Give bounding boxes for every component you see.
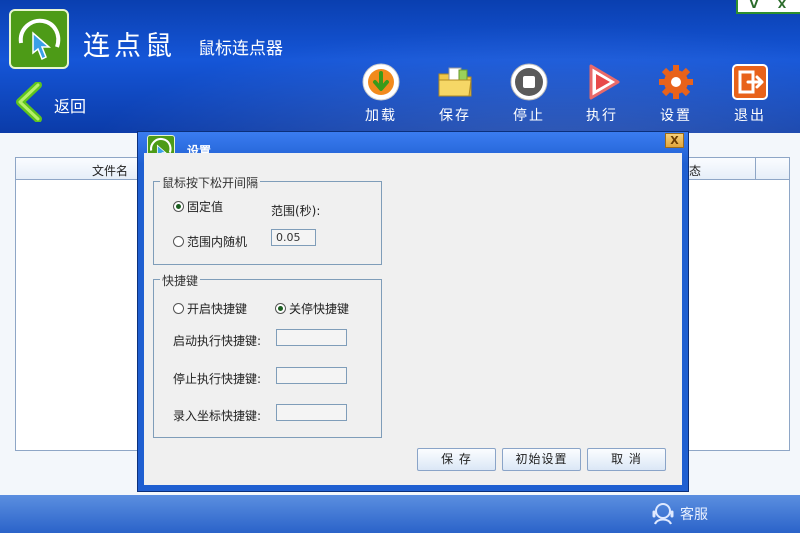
- stop-icon: [510, 63, 548, 101]
- start-hotkey-label: 启动执行快捷键:: [173, 334, 262, 348]
- save-button[interactable]: 保 存: [417, 448, 496, 471]
- settings-button[interactable]: 设置: [648, 62, 704, 126]
- load-label: 加载: [365, 108, 397, 124]
- fixed-value-radio[interactable]: 固定值: [173, 198, 223, 215]
- hotkey-group-legend: 快捷键: [160, 272, 201, 289]
- back-button[interactable]: 返回: [12, 82, 102, 122]
- app-header: 连点鼠 鼠标连点器 返回 V X 加载 保存 停止 执行 设置 退出: [0, 0, 800, 133]
- hotkey-group: 快捷键 开启快捷键 关停快捷键 启动执行快捷键: 停止执行快捷键: 录入坐标快捷…: [153, 272, 382, 438]
- customer-service-link[interactable]: 客服: [652, 503, 708, 525]
- range-input[interactable]: 0.05: [271, 229, 316, 246]
- radio-unchecked-icon: [173, 236, 184, 247]
- load-icon: [362, 63, 400, 101]
- headset-icon: [652, 503, 674, 525]
- column-filename[interactable]: 文件名: [92, 162, 128, 179]
- customer-service-label: 客服: [680, 507, 708, 523]
- footer-bar: 客服: [0, 495, 800, 533]
- cancel-button[interactable]: 取 消: [587, 448, 666, 471]
- exit-label: 退出: [734, 108, 766, 124]
- folder-save-icon: [438, 67, 472, 97]
- stop-hotkey-input[interactable]: [276, 367, 347, 384]
- column-status[interactable]: 态: [689, 162, 701, 179]
- run-button[interactable]: 执行: [574, 62, 630, 126]
- random-range-radio[interactable]: 范围内随机: [173, 233, 247, 250]
- app-title: 连点鼠: [83, 31, 176, 62]
- start-hotkey-input[interactable]: [276, 329, 347, 346]
- disable-hotkey-label: 关停快捷键: [289, 302, 350, 316]
- radio-checked-icon: [173, 201, 184, 212]
- close-window-button[interactable]: X: [772, 0, 792, 11]
- record-hotkey-input[interactable]: [276, 404, 347, 421]
- enable-hotkey-radio[interactable]: 开启快捷键: [173, 300, 247, 317]
- minimize-button[interactable]: V: [744, 0, 764, 11]
- radio-checked-icon: [275, 303, 286, 314]
- column-divider: [755, 158, 756, 180]
- chevron-left-icon: [16, 82, 42, 122]
- stop-hotkey-label: 停止执行快捷键:: [173, 372, 262, 386]
- window-controls: V X: [736, 0, 800, 14]
- load-button[interactable]: 加载: [353, 62, 409, 126]
- app-subtitle: 鼠标连点器: [198, 39, 283, 59]
- reset-settings-button[interactable]: 初始设置: [502, 448, 581, 471]
- run-label: 执行: [586, 108, 618, 124]
- stop-button[interactable]: 停止: [501, 62, 557, 126]
- stop-label: 停止: [513, 108, 545, 124]
- radio-unchecked-icon: [173, 303, 184, 314]
- save-toolbar-button[interactable]: 保存: [427, 62, 483, 126]
- gear-icon: [659, 65, 693, 99]
- settings-dialog: 设置 X 鼠标按下松开间隔 固定值 范围(秒): 范围内随机 0.05 快捷键 …: [137, 131, 689, 492]
- dialog-close-button[interactable]: X: [665, 133, 684, 148]
- record-hotkey-label: 录入坐标快捷键:: [173, 409, 262, 423]
- fixed-value-label: 固定值: [187, 200, 224, 214]
- play-icon: [589, 64, 620, 100]
- enable-hotkey-label: 开启快捷键: [187, 302, 248, 316]
- dialog-body: 鼠标按下松开间隔 固定值 范围(秒): 范围内随机 0.05 快捷键 开启快捷键…: [144, 153, 682, 485]
- settings-label: 设置: [660, 108, 692, 124]
- exit-icon: [732, 64, 768, 100]
- interval-group-legend: 鼠标按下松开间隔: [160, 174, 261, 191]
- back-label: 返回: [54, 97, 87, 116]
- disable-hotkey-radio[interactable]: 关停快捷键: [275, 300, 349, 317]
- app-logo-icon: [9, 9, 69, 69]
- random-range-label: 范围内随机: [187, 235, 248, 249]
- interval-group: 鼠标按下松开间隔 固定值 范围(秒): 范围内随机 0.05: [153, 174, 382, 265]
- range-label: 范围(秒):: [271, 204, 321, 218]
- save-toolbar-label: 保存: [439, 108, 471, 124]
- exit-button[interactable]: 退出: [722, 62, 778, 126]
